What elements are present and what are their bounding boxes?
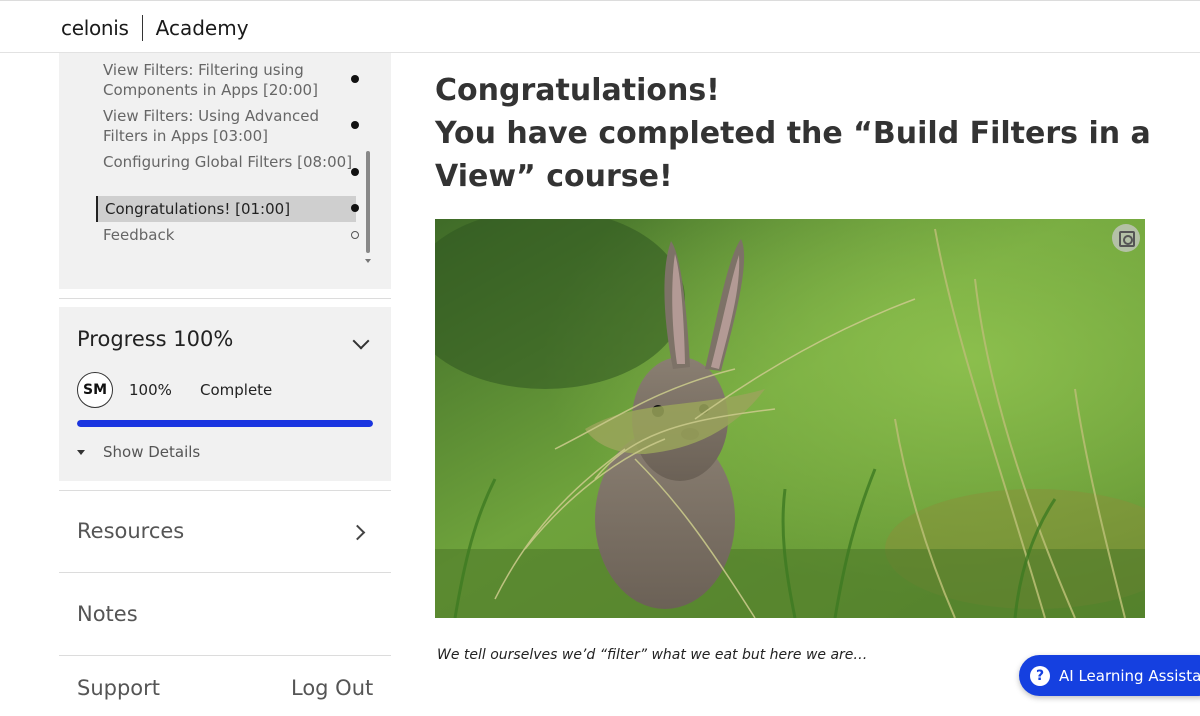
expand-image-icon[interactable] — [1112, 224, 1140, 252]
lesson-item[interactable]: View Filters: Filtering using Components… — [103, 60, 353, 100]
academy-title[interactable]: Academy — [156, 16, 249, 40]
logo-divider — [141, 15, 143, 41]
avatar: SM — [77, 372, 113, 408]
divider — [59, 655, 391, 656]
lesson-scrollbar[interactable] — [363, 53, 373, 269]
progress-bar — [77, 420, 373, 427]
progress-panel: Progress 100% SM 100% Complete Show Deta… — [59, 307, 391, 481]
image-caption: We tell ourselves we’d “filter” what we … — [437, 647, 868, 663]
progress-title: Progress 100% — [77, 327, 234, 351]
progress-status: Complete — [200, 381, 273, 399]
sidebar: View Filters: Filtering using Components… — [59, 53, 391, 716]
lesson-item-active[interactable]: Congratulations! [01:00] — [105, 199, 355, 219]
lesson-item[interactable]: View Filters: Using Advanced Filters in … — [103, 106, 353, 146]
caret-down-icon[interactable] — [77, 450, 85, 455]
lesson-item[interactable]: Configuring Global Filters [08:00] — [103, 152, 353, 172]
celonis-logo[interactable]: celonis — [61, 16, 129, 40]
rabbit-illustration — [435, 219, 1145, 618]
site-header: celonis Academy — [0, 4, 1200, 53]
logout-link[interactable]: Log Out — [291, 676, 373, 700]
ai-learning-assistant-button[interactable]: ? AI Learning Assistant — [1019, 655, 1200, 696]
progress-bar-fill — [77, 420, 373, 427]
divider — [59, 572, 391, 573]
lesson-list: View Filters: Filtering using Components… — [59, 53, 391, 289]
support-link[interactable]: Support — [77, 676, 160, 700]
chevron-right-icon[interactable] — [349, 524, 366, 541]
complete-dot-icon — [351, 168, 359, 176]
complete-dot-icon — [351, 204, 359, 212]
scroll-down-arrow-icon[interactable] — [365, 259, 371, 263]
progress-percent: 100% — [129, 381, 172, 399]
headline-line-1: Congratulations! — [435, 73, 720, 108]
notes-link[interactable]: Notes — [77, 602, 138, 626]
chevron-down-icon[interactable] — [352, 332, 370, 350]
question-mark-icon: ? — [1030, 665, 1050, 686]
headline-line-2: You have completed the “Build Filters in… — [435, 116, 1151, 194]
complete-dot-icon — [351, 75, 359, 83]
divider — [59, 298, 391, 299]
assistant-label: AI Learning Assistant — [1059, 666, 1200, 685]
page-title: Congratulations! You have completed the … — [435, 69, 1155, 198]
incomplete-dot-icon — [351, 231, 359, 239]
show-details-toggle[interactable]: Show Details — [103, 443, 200, 461]
rabbit-photo — [435, 219, 1145, 618]
resources-link[interactable]: Resources — [77, 519, 184, 543]
lesson-item[interactable]: Feedback — [103, 225, 353, 245]
divider — [59, 490, 391, 491]
complete-dot-icon — [351, 121, 359, 129]
scroll-thumb[interactable] — [366, 151, 370, 253]
